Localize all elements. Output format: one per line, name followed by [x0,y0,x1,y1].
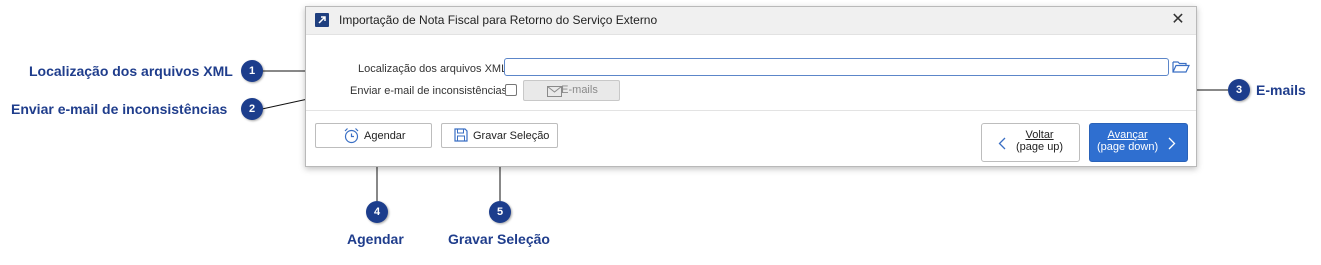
save-icon [454,128,468,142]
folder-open-icon[interactable] [1172,59,1190,75]
avancar-button[interactable]: Avançar (page down) [1089,123,1188,162]
gravar-selecao-button[interactable]: Gravar Seleção [441,123,558,148]
annotation-label-3: E-mails [1256,82,1306,98]
email-inconsistency-label: Enviar e-mail de inconsistências [350,85,508,97]
agendar-button[interactable]: Agendar [315,123,432,148]
annotation-badge-4: 4 [366,201,388,223]
annotation-badge-3: 3 [1228,79,1250,101]
annotation-badge-5: 5 [489,201,511,223]
annotation-label-4: Agendar [347,231,404,247]
avancar-shortcut: (page down) [1097,141,1159,153]
app-icon [315,13,329,27]
email-inconsistency-checkbox[interactable] [505,84,517,96]
chevron-left-icon [998,137,1006,150]
title-bar: Importação de Nota Fiscal para Retorno d… [306,7,1196,35]
xml-location-input[interactable] [504,58,1169,76]
chevron-right-icon [1168,137,1176,150]
agendar-label: Agendar [364,130,406,142]
annotation-label-1: Localização dos arquivos XML [29,63,233,79]
avancar-label: Avançar [1107,129,1148,141]
xml-location-label: Localização dos arquivos XML [358,63,508,75]
gravar-selecao-label: Gravar Seleção [473,130,550,142]
voltar-shortcut: (page up) [1016,141,1064,153]
dialog-title: Importação de Nota Fiscal para Retorno d… [339,13,658,27]
annotation-label-5: Gravar Seleção [448,231,550,247]
close-icon[interactable]: ✕ [1168,11,1188,29]
annotation-label-2: Enviar e-mail de inconsistências [11,101,228,117]
alarm-clock-icon [344,128,359,144]
annotation-badge-2: 2 [241,98,263,120]
voltar-button[interactable]: Voltar (page up) [981,123,1080,162]
envelope-icon [547,86,562,97]
voltar-label: Voltar [1025,129,1054,141]
import-dialog: Importação de Nota Fiscal para Retorno d… [305,6,1197,167]
separator [306,110,1196,111]
annotation-badge-1: 1 [241,60,263,82]
emails-button-label: E-mails [561,84,598,96]
emails-button[interactable]: E-mails [523,80,620,101]
